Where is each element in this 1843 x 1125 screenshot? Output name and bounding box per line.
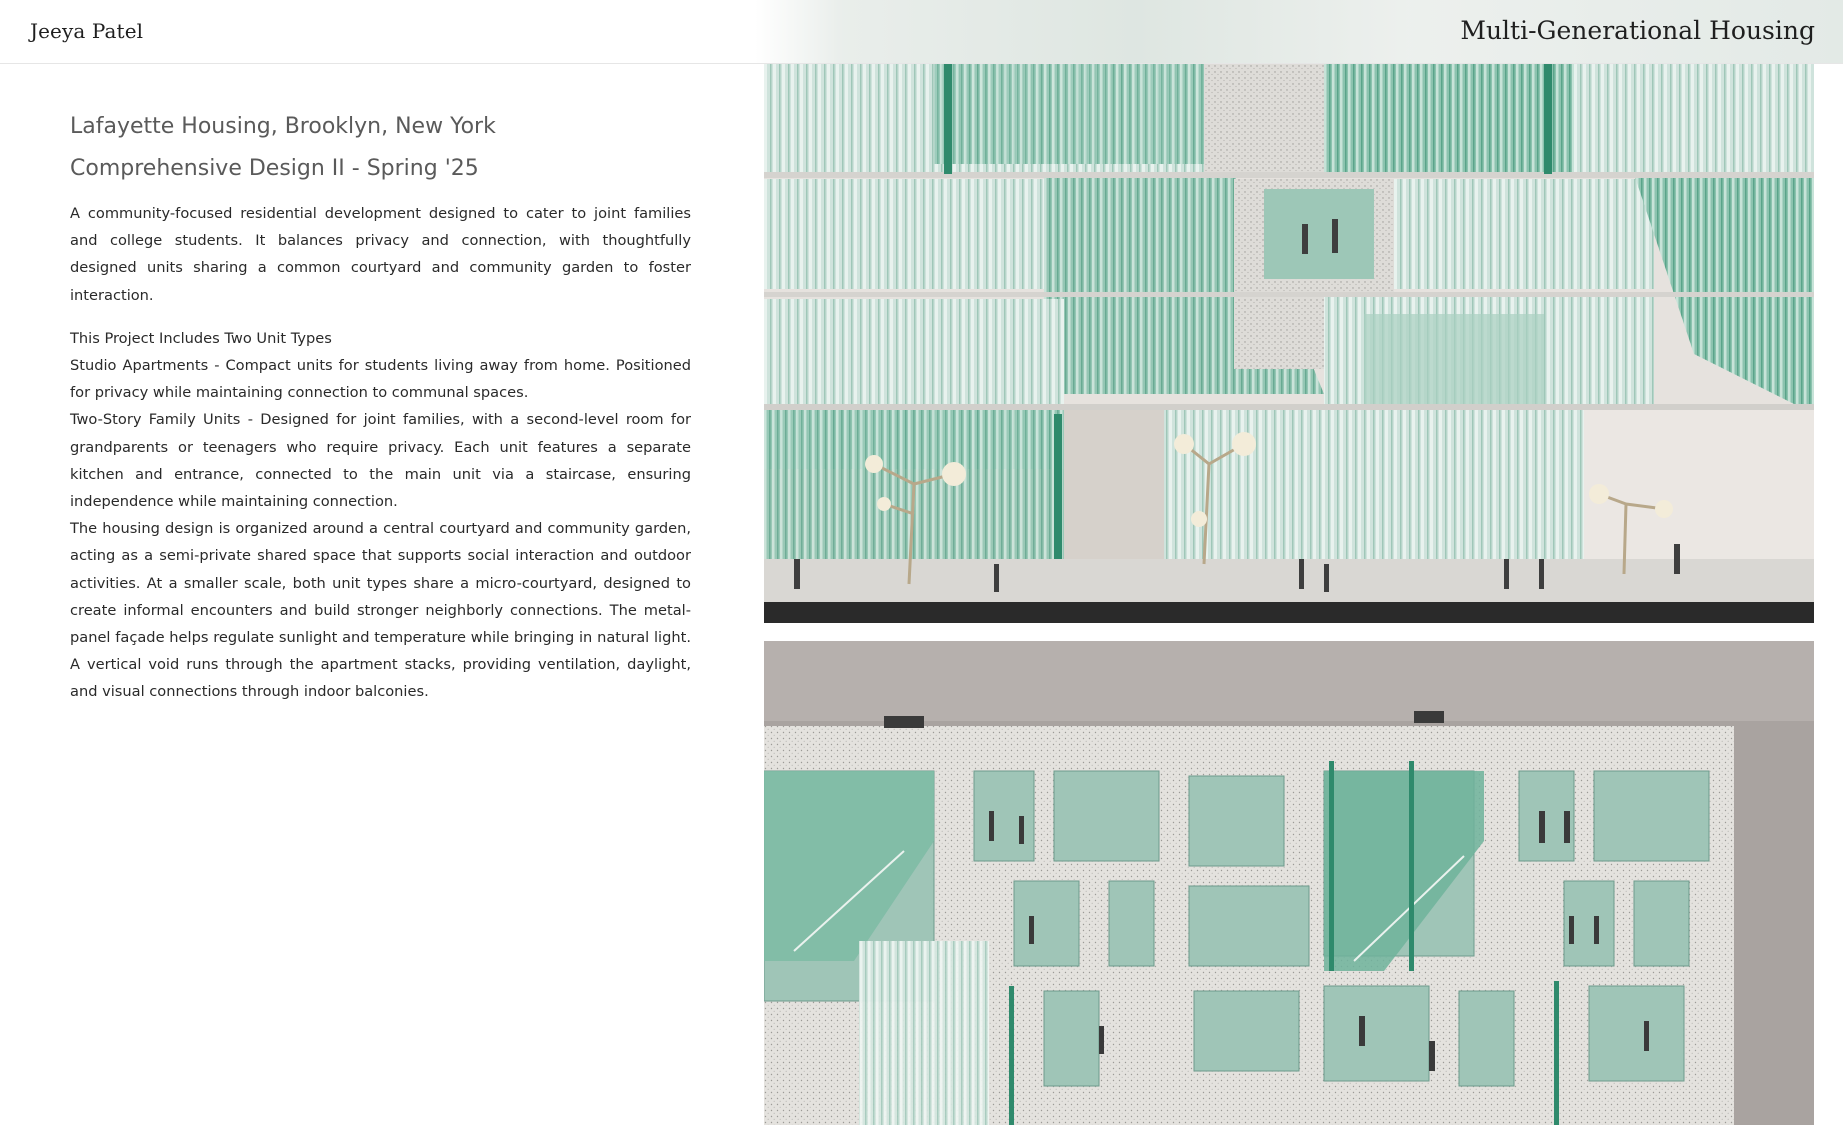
model-photo-street-view[interactable] — [764, 64, 1814, 623]
project-intro: A community-focused residential developm… — [70, 205, 691, 304]
project-description: Lafayette Housing, Brooklyn, New York Co… — [70, 112, 691, 706]
unit-types-heading: This Project Includes Two Unit Types — [70, 329, 332, 347]
model-photo-street-view-image — [764, 64, 1814, 623]
project-course: Comprehensive Design II - Spring '25 — [70, 156, 479, 181]
design-description: The housing design is organized around a… — [70, 520, 691, 701]
model-photo-elevation-image — [764, 641, 1814, 1125]
project-location: Lafayette Housing, Brooklyn, New York — [70, 114, 496, 139]
top-bar: Jeeya Patel Multi-Generational Housing — [0, 0, 1843, 64]
family-unit-description: Two-Story Family Units - Designed for jo… — [70, 411, 691, 511]
model-photo-elevation[interactable] — [764, 641, 1814, 1125]
page-title: Multi-Generational Housing — [1460, 16, 1815, 45]
studio-unit-description: Studio Apartments - Compact units for st… — [70, 357, 691, 402]
brand-link[interactable]: Jeeya Patel — [30, 19, 143, 43]
